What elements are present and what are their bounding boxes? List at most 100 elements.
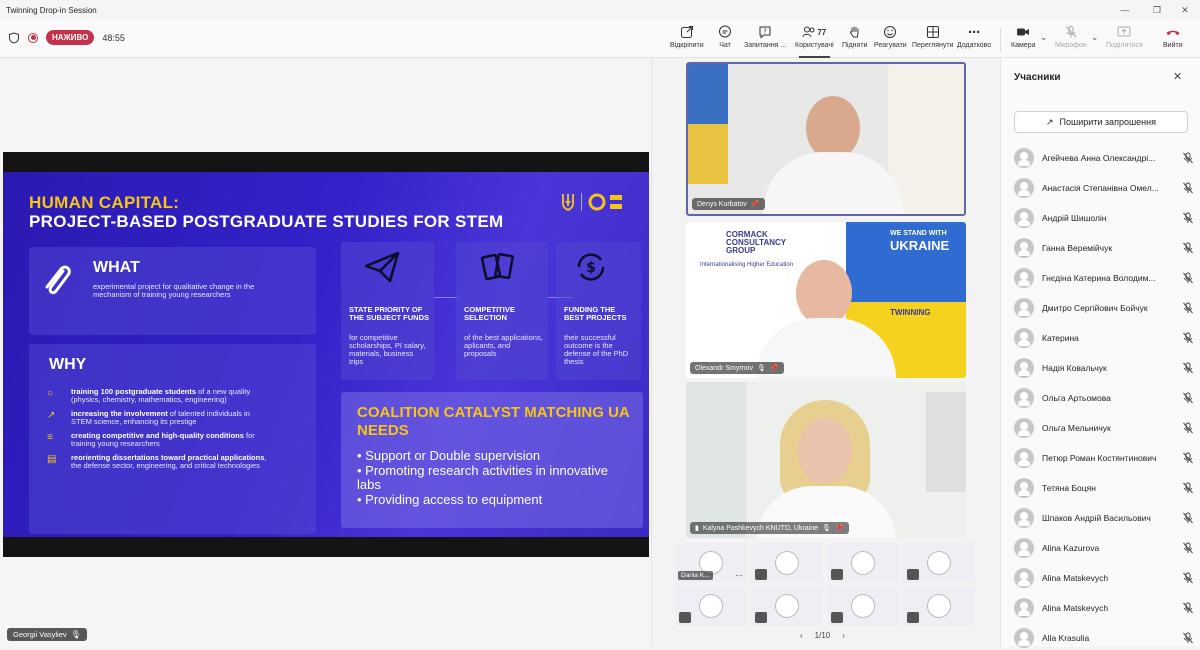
close-panel-icon[interactable]: ✕ bbox=[1173, 70, 1182, 83]
participant-thumbnail[interactable] bbox=[751, 586, 823, 626]
mic-off-icon[interactable] bbox=[1182, 512, 1194, 524]
avatar bbox=[851, 594, 875, 618]
mic-off-icon bbox=[755, 612, 767, 623]
mic-off-icon[interactable] bbox=[1182, 392, 1194, 404]
more-options-icon[interactable]: ⋯ bbox=[735, 571, 743, 580]
questions-icon: ? bbox=[757, 24, 773, 40]
more-label: Додатково bbox=[957, 42, 992, 49]
invite-button[interactable]: ↗ Поширити запрошення bbox=[1014, 111, 1188, 133]
participant-name: Тетяна Боцян bbox=[1042, 483, 1096, 493]
mic-button[interactable]: Мікрофон bbox=[1055, 24, 1087, 54]
popout-label: Відкріпити bbox=[670, 42, 704, 49]
recording-icon[interactable] bbox=[28, 32, 38, 43]
participant-thumbnail[interactable] bbox=[903, 543, 975, 583]
coalition-item: • Support or Double supervision bbox=[357, 448, 541, 463]
minimize-icon[interactable]: — bbox=[1110, 0, 1140, 20]
close-window-icon[interactable]: ✕ bbox=[1170, 0, 1200, 20]
mic-off-icon[interactable] bbox=[1182, 272, 1194, 284]
participant-row[interactable]: Alina Matskevych bbox=[1014, 566, 1194, 590]
participant-thumbnail[interactable] bbox=[827, 586, 899, 626]
smile-icon bbox=[882, 24, 898, 40]
mic-off-icon[interactable] bbox=[1182, 542, 1194, 554]
participant-thumbnail[interactable] bbox=[903, 586, 975, 626]
popout-button[interactable]: Відкріпити bbox=[670, 24, 704, 54]
participant-row[interactable]: Гнєдіна Катерина Володим... bbox=[1014, 266, 1194, 290]
mic-off-icon[interactable] bbox=[1182, 572, 1194, 584]
gallery-pager: ‹ 1/10 › bbox=[800, 631, 845, 640]
participant-row[interactable]: Ольга Артьомова bbox=[1014, 386, 1194, 410]
participant-row[interactable]: Alla Krasulia bbox=[1014, 626, 1194, 650]
chevron-right-icon[interactable]: › bbox=[842, 631, 845, 640]
why-heading: WHY bbox=[49, 356, 87, 373]
participant-thumbnail[interactable] bbox=[827, 543, 899, 583]
participant-name: Андрій Шишолін bbox=[1042, 213, 1107, 223]
mic-off-icon[interactable] bbox=[1182, 482, 1194, 494]
mic-off-icon[interactable] bbox=[1182, 152, 1194, 164]
participant-name: Ольга Мельничук bbox=[1042, 423, 1111, 433]
mic-off-icon[interactable] bbox=[1182, 362, 1194, 374]
raise-hand-button[interactable]: Підняти bbox=[842, 24, 867, 54]
leave-button[interactable]: Вийти bbox=[1163, 24, 1183, 54]
video-tile[interactable]: ▮ Kalyna Pashkevych KNUTD, Ukraine 🎙 📌 bbox=[686, 382, 966, 538]
participant-row[interactable]: Петюр Роман Костянтинович bbox=[1014, 446, 1194, 470]
react-button[interactable]: Реагувати bbox=[874, 24, 907, 54]
mic-off-icon[interactable] bbox=[1182, 182, 1194, 194]
mic-off-icon[interactable] bbox=[1182, 332, 1194, 344]
participant-row[interactable]: Агейчева Анна Олександрі... bbox=[1014, 146, 1194, 170]
avatar bbox=[1014, 598, 1034, 618]
mic-off-icon[interactable] bbox=[1182, 212, 1194, 224]
shield-icon[interactable] bbox=[8, 31, 20, 44]
mic-off-icon[interactable] bbox=[1182, 242, 1194, 254]
participant-thumbnail[interactable] bbox=[675, 586, 747, 626]
more-button[interactable]: ⋯ Додатково bbox=[957, 24, 991, 54]
pin-icon: 📌 bbox=[769, 365, 779, 372]
maximize-icon[interactable]: ❐ bbox=[1142, 0, 1172, 20]
view-label: Переглянути bbox=[912, 42, 954, 49]
avatar bbox=[1014, 448, 1034, 468]
participant-row[interactable]: Ольга Мельничук bbox=[1014, 416, 1194, 440]
questions-button[interactable]: ? Запитання ... bbox=[744, 24, 786, 54]
step-title: FUNDING THE BEST PROJECTS bbox=[564, 305, 627, 322]
video-tile[interactable]: Denys Kurbatov 📌 bbox=[686, 62, 966, 216]
participant-row[interactable]: Дмитро Сергійович Бойчук bbox=[1014, 296, 1194, 320]
share-screen-icon bbox=[1116, 24, 1132, 40]
banner-twinning: TWINNING bbox=[890, 308, 931, 317]
view-button[interactable]: Переглянути bbox=[912, 24, 953, 54]
mic-off-icon[interactable] bbox=[1182, 602, 1194, 614]
hangup-icon bbox=[1165, 24, 1181, 40]
mic-off-icon[interactable] bbox=[1182, 422, 1194, 434]
participant-thumbnail[interactable] bbox=[751, 543, 823, 583]
mic-off-icon[interactable] bbox=[1182, 302, 1194, 314]
share-button[interactable]: Поділитися bbox=[1106, 24, 1143, 54]
mic-off-icon bbox=[831, 612, 843, 623]
participant-row[interactable]: Надія Ковальчук bbox=[1014, 356, 1194, 380]
participant-row[interactable]: Катерина bbox=[1014, 326, 1194, 350]
participant-thumbnail[interactable]: Dariia K... ⋯ bbox=[675, 543, 747, 583]
participant-row[interactable]: Alina Kazurova bbox=[1014, 536, 1194, 560]
chat-button[interactable]: Чат bbox=[717, 24, 733, 54]
react-label: Реагувати bbox=[874, 42, 907, 49]
participant-row[interactable]: Тетяна Боцян bbox=[1014, 476, 1194, 500]
video-name-tag: Denys Kurbatov 📌 bbox=[692, 198, 765, 210]
participant-row[interactable]: Шпаков Андрій Васильович bbox=[1014, 506, 1194, 530]
cards-icon bbox=[480, 252, 514, 281]
participants-panel: Учасники ✕ ↗ Поширити запрошення Агейчев… bbox=[1000, 58, 1200, 650]
participant-row[interactable]: Alina Matskevych bbox=[1014, 596, 1194, 620]
mic-off-icon[interactable] bbox=[1182, 452, 1194, 464]
mic-off-icon[interactable] bbox=[1182, 632, 1194, 644]
users-count: 77 bbox=[817, 27, 827, 37]
users-button[interactable]: 77 Користувачі bbox=[795, 24, 834, 58]
pin-icon: 📌 bbox=[750, 201, 760, 208]
banner-org: CORMACK CONSULTANCY GROUP bbox=[726, 230, 786, 255]
participant-row[interactable]: Ганна Веремійчук bbox=[1014, 236, 1194, 260]
video-tile[interactable]: CORMACK CONSULTANCY GROUP Internationali… bbox=[686, 222, 966, 378]
camera-button[interactable]: Камера bbox=[1011, 24, 1035, 54]
participant-row[interactable]: Андрій Шишолін bbox=[1014, 206, 1194, 230]
mic-off-icon bbox=[755, 569, 767, 580]
chevron-left-icon[interactable]: ‹ bbox=[800, 631, 803, 640]
coalition-title: COALITION CATALYST MATCHING UA NEEDS bbox=[357, 404, 630, 439]
participant-row[interactable]: Анастасія Степанівна Омел... bbox=[1014, 176, 1194, 200]
live-badge: НАЖИВО bbox=[46, 30, 95, 45]
participant-name: Дмитро Сергійович Бойчук bbox=[1042, 303, 1148, 313]
coalition-item: • Providing access to equipment bbox=[357, 491, 543, 507]
